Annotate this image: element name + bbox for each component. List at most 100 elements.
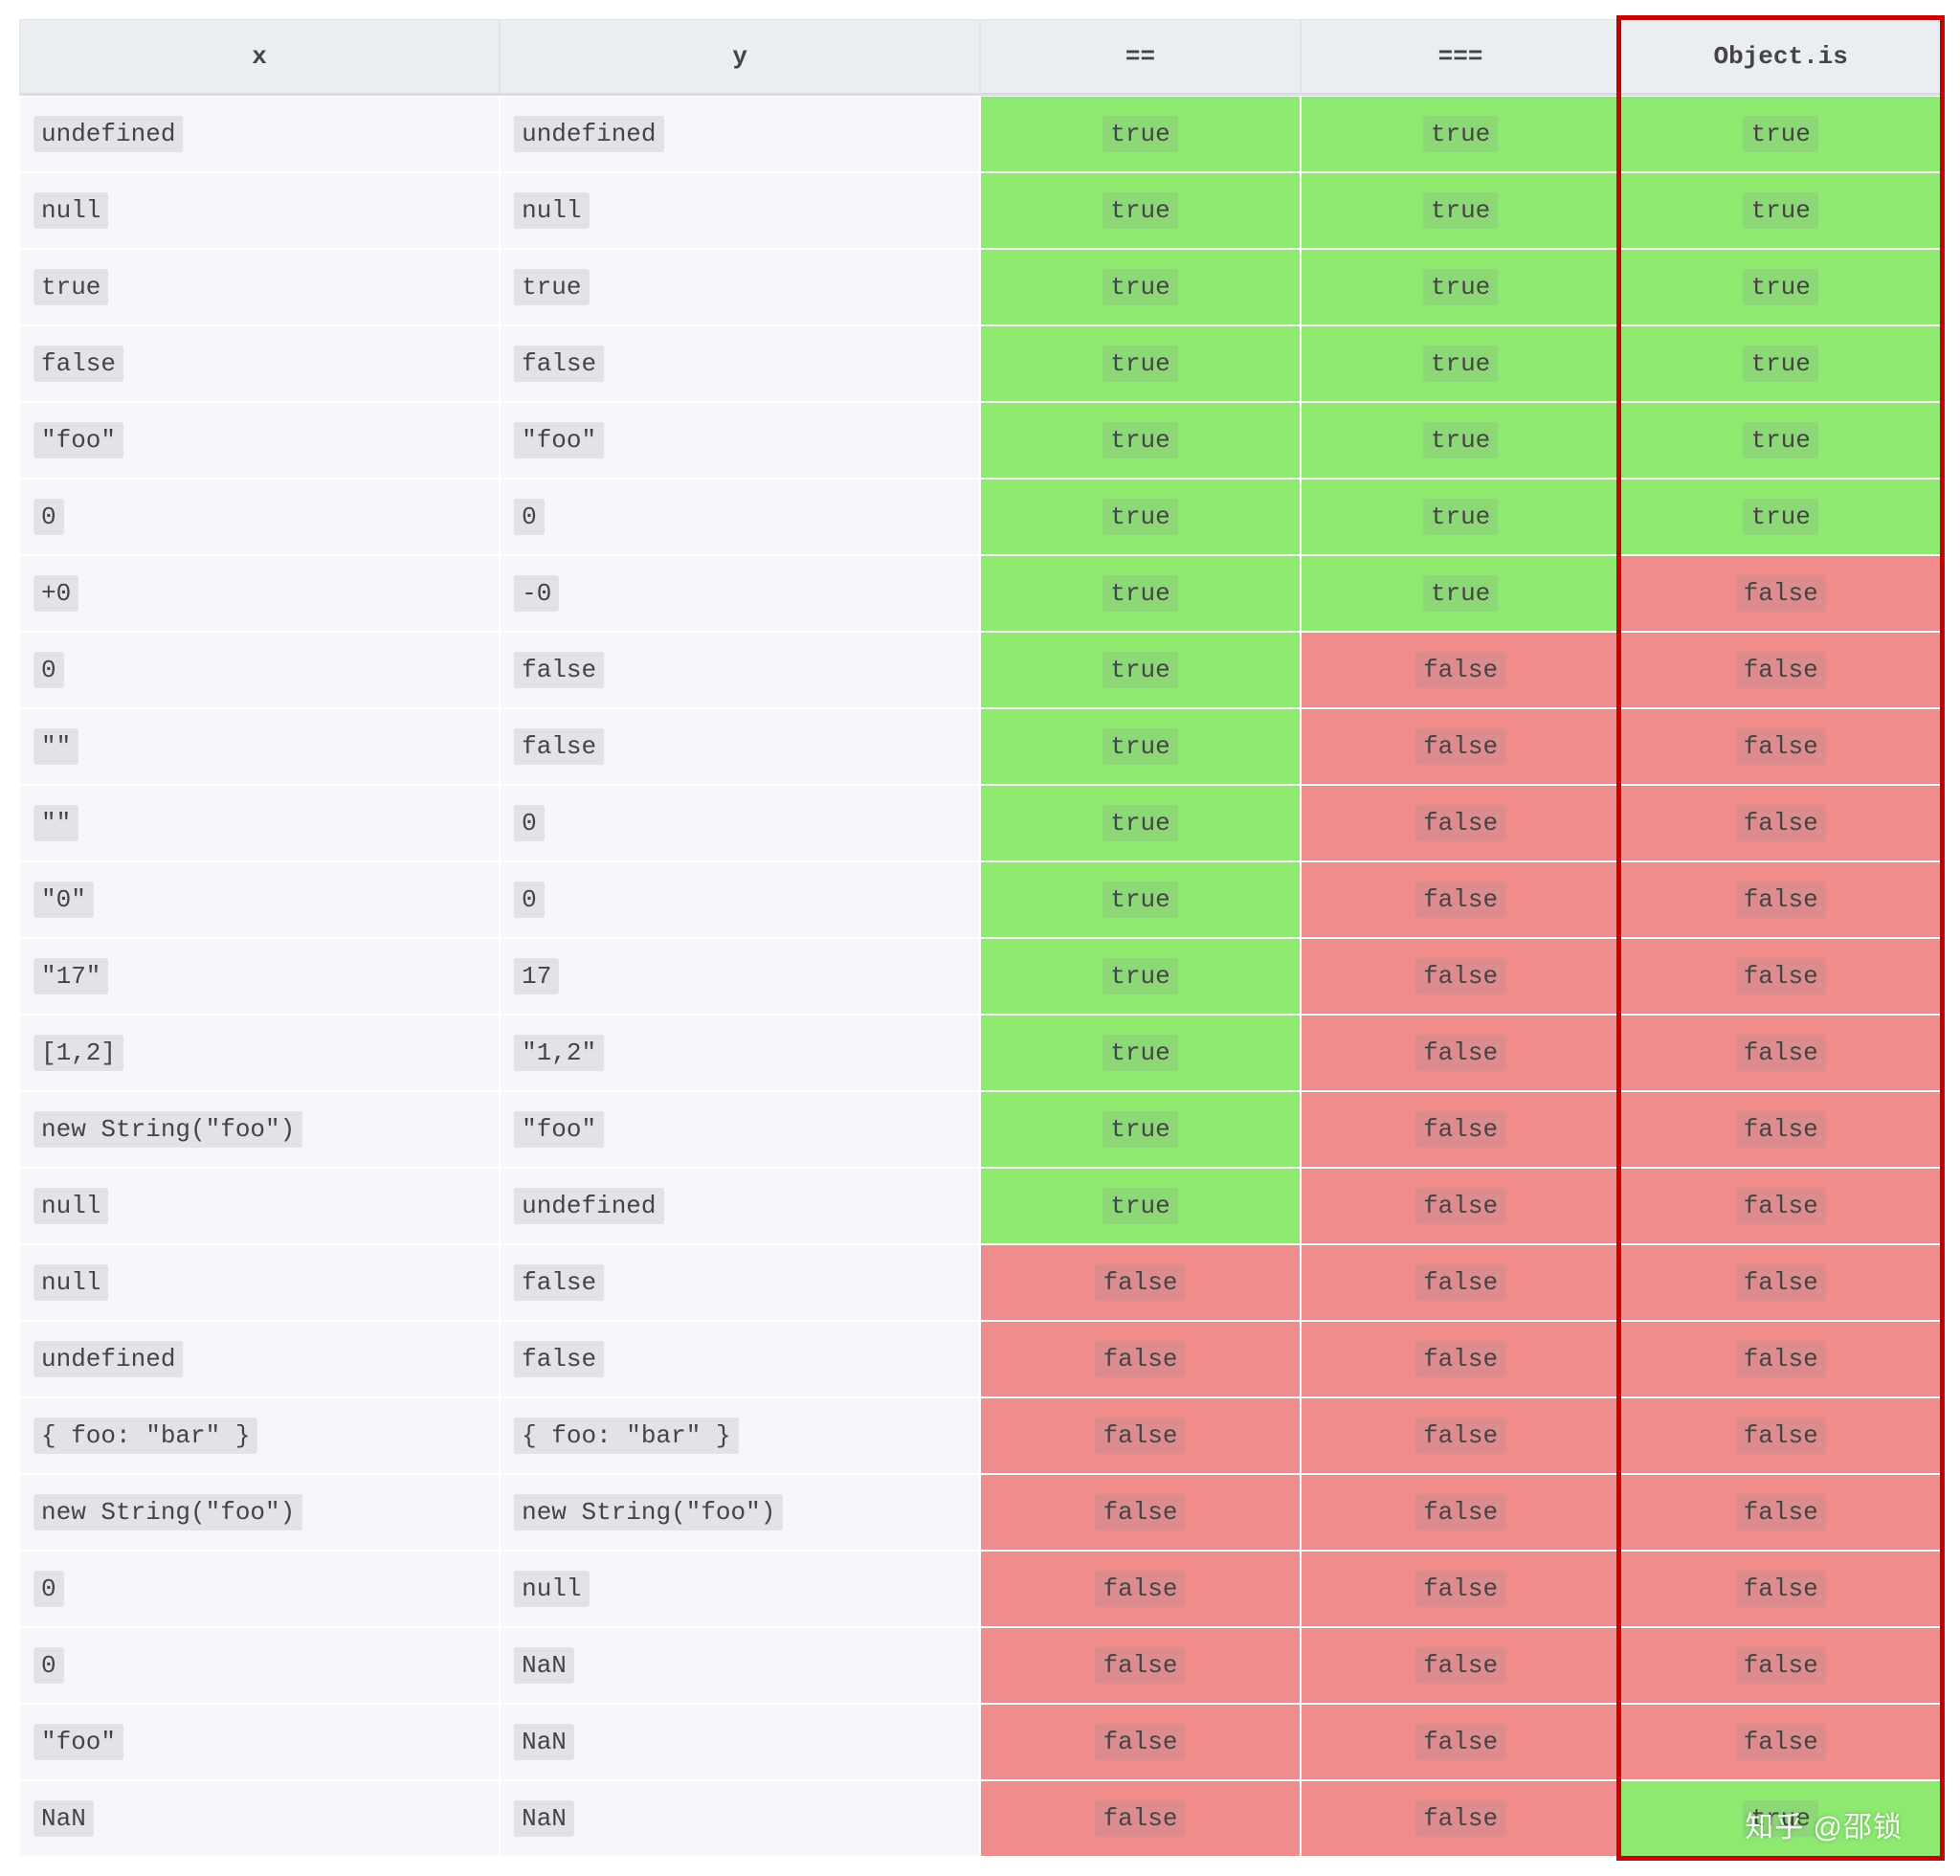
cell-x: { foo: "bar" }	[19, 1397, 500, 1474]
cell-seq: false	[1301, 708, 1621, 785]
code-value: "foo"	[514, 422, 604, 458]
cell-x: new String("foo")	[19, 1091, 500, 1168]
cell-obj: true	[1620, 172, 1941, 249]
code-value: true	[1423, 116, 1498, 152]
code-value: 0	[33, 499, 64, 535]
cell-x: null	[19, 1168, 500, 1244]
cell-obj: false	[1620, 1704, 1941, 1780]
cell-eq: true	[980, 785, 1301, 861]
code-value: false	[33, 346, 123, 382]
cell-y: false	[500, 708, 980, 785]
code-value: true	[514, 269, 589, 305]
cell-obj: false	[1620, 1321, 1941, 1397]
code-value: false	[1415, 1647, 1505, 1684]
comparison-table-wrap: x y == === Object.is undefinedundefinedt…	[19, 19, 1941, 1857]
code-value: true	[1102, 728, 1177, 765]
code-value: false	[1415, 1035, 1505, 1071]
code-value: true	[1102, 882, 1177, 918]
code-value: true	[1102, 1188, 1177, 1224]
code-value: 0	[33, 1647, 64, 1684]
cell-seq: false	[1301, 1015, 1621, 1091]
code-value: undefined	[514, 1188, 663, 1224]
code-value: new String("foo")	[514, 1494, 783, 1530]
cell-seq: false	[1301, 1780, 1621, 1857]
code-value: false	[514, 728, 604, 765]
code-value: 0	[33, 1571, 64, 1607]
cell-x: ""	[19, 785, 500, 861]
cell-x: true	[19, 249, 500, 325]
code-value: true	[1743, 269, 1817, 305]
code-value: true	[1423, 192, 1498, 229]
code-value: true	[1102, 269, 1177, 305]
cell-seq: false	[1301, 1168, 1621, 1244]
code-value: undefined	[514, 116, 663, 152]
cell-y: null	[500, 1551, 980, 1627]
code-value: true	[1102, 958, 1177, 994]
cell-y: 17	[500, 938, 980, 1015]
code-value: "1,2"	[514, 1035, 604, 1071]
code-value: null	[33, 1264, 108, 1301]
code-value: false	[1415, 1800, 1505, 1837]
code-value: false	[1095, 1647, 1185, 1684]
cell-eq: true	[980, 249, 1301, 325]
cell-x: "17"	[19, 938, 500, 1015]
cell-eq: true	[980, 479, 1301, 555]
cell-x: undefined	[19, 96, 500, 172]
code-value: false	[1415, 652, 1505, 688]
code-value: false	[1736, 882, 1826, 918]
code-value: true	[1102, 192, 1177, 229]
table-row: "0"0truefalsefalse	[19, 861, 1941, 938]
code-value: null	[514, 192, 589, 229]
cell-seq: true	[1301, 96, 1621, 172]
cell-seq: false	[1301, 1321, 1621, 1397]
code-value: undefined	[33, 1341, 183, 1377]
table-row: null undefined true false false	[19, 1168, 1941, 1244]
code-value: false	[1736, 728, 1826, 765]
cell-eq: true	[980, 1015, 1301, 1091]
cell-eq: false	[980, 1321, 1301, 1397]
header-y: y	[500, 19, 980, 96]
cell-y: "1,2"	[500, 1015, 980, 1091]
code-value: true	[1743, 1800, 1817, 1837]
code-value: false	[1415, 805, 1505, 841]
code-value: false	[1095, 1264, 1185, 1301]
code-value: NaN	[514, 1724, 574, 1760]
code-value: true	[1423, 346, 1498, 382]
cell-seq: false	[1301, 1474, 1621, 1551]
cell-eq: true	[980, 938, 1301, 1015]
table-row: [1,2]"1,2"truefalsefalse	[19, 1015, 1941, 1091]
cell-x: 0	[19, 479, 500, 555]
code-value: +0	[33, 575, 78, 612]
code-value: { foo: "bar" }	[33, 1418, 257, 1454]
table-row: ""0truefalsefalse	[19, 785, 1941, 861]
cell-obj: true	[1620, 249, 1941, 325]
cell-x: new String("foo")	[19, 1474, 500, 1551]
cell-seq: false	[1301, 1091, 1621, 1168]
cell-y: false	[500, 1244, 980, 1321]
table-row: { foo: "bar" }{ foo: "bar" }falsefalsefa…	[19, 1397, 1941, 1474]
code-value: false	[514, 346, 604, 382]
code-value: NaN	[514, 1647, 574, 1684]
code-value: true	[1102, 652, 1177, 688]
code-value: true	[1743, 116, 1817, 152]
cell-x: "foo"	[19, 402, 500, 479]
cell-y: new String("foo")	[500, 1474, 980, 1551]
table-row: +0-0truetruefalse	[19, 555, 1941, 632]
cell-x: false	[19, 325, 500, 402]
code-value: true	[1743, 422, 1817, 458]
table-row: 0falsetruefalsefalse	[19, 632, 1941, 708]
cell-eq: true	[980, 708, 1301, 785]
header-eq: ==	[980, 19, 1301, 96]
cell-y: false	[500, 1321, 980, 1397]
header-x: x	[19, 19, 500, 96]
code-value: null	[514, 1571, 589, 1607]
code-value: true	[1423, 269, 1498, 305]
cell-seq: false	[1301, 1627, 1621, 1704]
code-value: { foo: "bar" }	[514, 1418, 738, 1454]
cell-obj: false	[1620, 1474, 1941, 1551]
cell-x: null	[19, 172, 500, 249]
code-value: true	[1423, 499, 1498, 535]
comparison-table: x y == === Object.is undefinedundefinedt…	[19, 19, 1941, 1857]
code-value: false	[1736, 1188, 1826, 1224]
table-row: 00truetruetrue	[19, 479, 1941, 555]
